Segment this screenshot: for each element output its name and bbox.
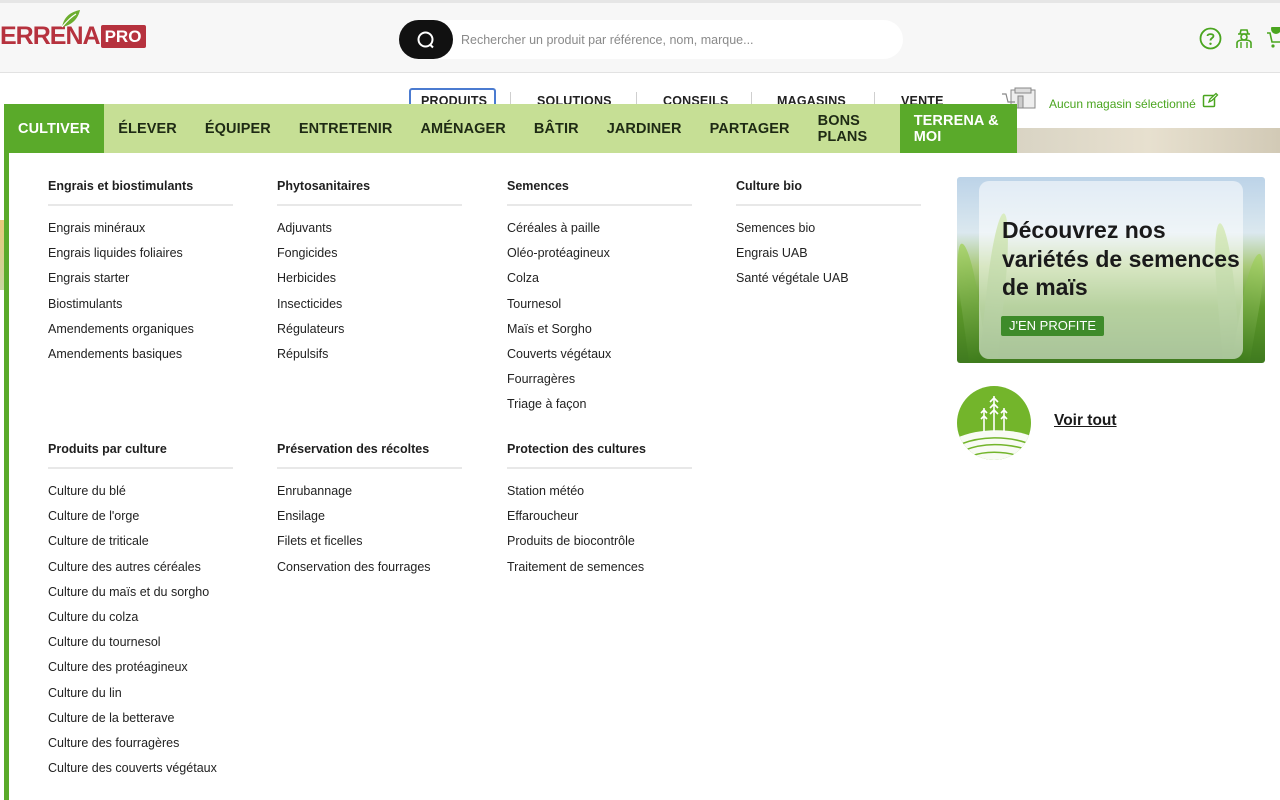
logo-wordmark: ERRENA [0,21,101,50]
menu-link[interactable]: Culture des autres céréales [48,555,217,580]
menu-link[interactable]: Engrais minéraux [48,216,194,241]
menu-list: Station météo Effaroucheur Produits de bio… [507,479,644,580]
menu-link[interactable]: Effaroucheur [507,504,644,529]
terrena-pro-logo[interactable]: ERRENA PRO [0,10,147,53]
column-divider [507,467,692,469]
promo-cta-button[interactable]: J'EN PROFITE [1001,316,1104,336]
menu-link[interactable]: Culture du lin [48,681,217,706]
cart-icon[interactable] [1266,27,1280,51]
menu-list: Adjuvants Fongicides Herbicides Insecticide… [277,216,344,367]
menu-link[interactable]: Culture du tournesol [48,630,217,655]
category-amenager[interactable]: AMÉNAGER [406,104,519,153]
column-title[interactable]: Phytosanitaires [277,179,370,193]
menu-link[interactable]: Culture du blé [48,479,217,504]
menu-link[interactable]: Semences bio [736,216,849,241]
menu-list: Céréales à paille Oléo-protéagineux Colza T… [507,216,611,418]
menu-link[interactable]: Station météo [507,479,644,504]
menu-list: Enrubannage Ensilage Filets et ficelles Con… [277,479,431,580]
menu-link[interactable]: Conservation des fourrages [277,555,431,580]
search-input[interactable] [461,32,881,47]
help-icon[interactable] [1199,27,1222,50]
menu-link[interactable]: Tournesol [507,292,611,317]
menu-link[interactable]: Engrais UAB [736,241,849,266]
store-selector-label[interactable]: Aucun magasin sélectionné [1049,97,1196,111]
menu-link[interactable]: Culture des protéagineux [48,655,217,680]
crop-field-icon[interactable] [957,386,1031,460]
logo-pro-badge: PRO [100,24,147,48]
menu-link[interactable]: Couverts végétaux [507,342,611,367]
menu-link[interactable]: Oléo-protéagineux [507,241,611,266]
search-bar [399,20,903,59]
menu-list: Engrais minéraux Engrais liquides foliair… [48,216,194,367]
menu-link[interactable]: Maïs et Sorgho [507,317,611,342]
menu-link[interactable]: Traitement de semences [507,555,644,580]
category-cultiver[interactable]: CULTIVER [9,104,105,153]
menu-link[interactable]: Amendements organiques [48,317,194,342]
column-divider [507,204,692,206]
menu-link[interactable]: Fourragères [507,367,611,392]
category-equiper[interactable]: ÉQUIPER [191,104,285,153]
edit-icon[interactable] [1202,92,1219,109]
column-divider [277,204,462,206]
category-bar: CULTIVER ÉLEVER ÉQUIPER ENTRETENIR AMÉNA… [9,104,1017,153]
category-jardiner[interactable]: JARDINER [593,104,696,153]
menu-link[interactable]: Herbicides [277,266,344,291]
menu-link[interactable]: Culture de l'orge [48,504,217,529]
category-entretenir[interactable]: ENTRETENIR [285,104,407,153]
column-divider [736,204,921,206]
column-title[interactable]: Culture bio [736,179,802,193]
menu-link[interactable]: Régulateurs [277,317,344,342]
column-title[interactable]: Engrais et biostimulants [48,179,193,193]
menu-link[interactable]: Céréales à paille [507,216,611,241]
category-terrena-et-moi[interactable]: TERRENA & MOI [899,104,1017,153]
menu-link[interactable]: Produits de biocontrôle [507,529,644,554]
category-bons-plans[interactable]: BONS PLANS [804,104,900,153]
menu-link[interactable]: Amendements basiques [48,342,194,367]
search-icon [417,31,434,48]
menu-link[interactable]: Culture des couverts végétaux [48,756,217,781]
category-batir[interactable]: BÂTIR [520,104,593,153]
menu-link[interactable]: Insecticides [277,292,344,317]
menu-link[interactable]: Enrubannage [277,479,431,504]
farmer-account-icon[interactable] [1233,27,1255,50]
menu-link[interactable]: Biostimulants [48,292,194,317]
column-title[interactable]: Protection des cultures [507,442,646,456]
menu-link[interactable]: Culture de la betterave [48,706,217,731]
menu-list: Culture du blé Culture de l'orge Culture d… [48,479,217,781]
menu-link[interactable]: Culture du colza [48,605,217,630]
menu-link[interactable]: Adjuvants [277,216,344,241]
promo-title: Découvrez nos variétés de semences de ma… [1002,217,1240,300]
column-title[interactable]: Produits par culture [48,442,167,456]
menu-link[interactable]: Répulsifs [277,342,344,367]
voir-tout-link[interactable]: Voir tout [1054,412,1117,430]
menu-list: Semences bio Engrais UAB Santé végétale UA… [736,216,849,292]
background-banner-edge [1017,128,1280,153]
menu-link[interactable]: Engrais starter [48,266,194,291]
menu-link[interactable]: Engrais liquides foliaires [48,241,194,266]
menu-link[interactable]: Colza [507,266,611,291]
menu-link[interactable]: Culture des fourragères [48,731,217,756]
menu-link[interactable]: Filets et ficelles [277,529,431,554]
column-divider [277,467,462,469]
category-elever[interactable]: ÉLEVER [104,104,191,153]
top-header: ERRENA PRO [0,0,1280,72]
column-divider [48,204,233,206]
column-title[interactable]: Préservation des récoltes [277,442,429,456]
column-divider [48,467,233,469]
menu-link[interactable]: Culture de triticale [48,529,217,554]
menu-link[interactable]: Culture du maïs et du sorgho [48,580,217,605]
category-partager[interactable]: PARTAGER [696,104,804,153]
leaf-icon [61,10,80,28]
menu-link[interactable]: Ensilage [277,504,431,529]
menu-link[interactable]: Fongicides [277,241,344,266]
search-button[interactable] [399,20,453,59]
column-title[interactable]: Semences [507,179,569,193]
menu-link[interactable]: Triage à façon [507,392,611,417]
menu-link[interactable]: Santé végétale UAB [736,266,849,291]
